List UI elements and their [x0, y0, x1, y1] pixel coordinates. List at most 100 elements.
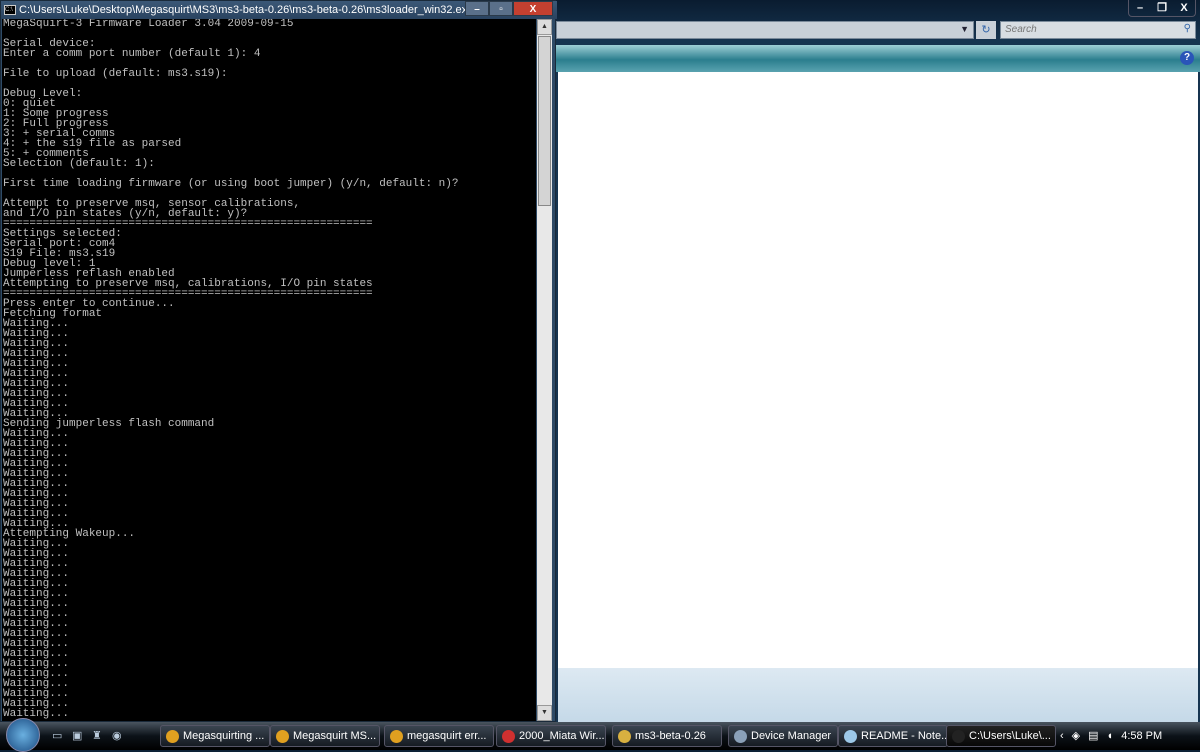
console-line: Waiting...	[3, 398, 70, 410]
console-line: Waiting...	[3, 698, 70, 710]
pdf-icon	[502, 730, 515, 743]
taskbar-button-label: Megasquirting ...	[183, 730, 265, 742]
console-line: MegaSquirt-3 Firmware Loader 3.04 2009-0…	[3, 19, 294, 30]
chrome-icon[interactable]: ◉	[112, 729, 126, 743]
console-line: Waiting...	[3, 458, 70, 470]
explorer-window-controls: – ❐ X	[1128, 0, 1196, 17]
close-button[interactable]: X	[513, 1, 553, 16]
console-line: Debug Level:	[3, 88, 83, 100]
console-line: Waiting...	[3, 578, 70, 590]
taskbar-button[interactable]: Device Manager	[728, 725, 838, 747]
console-line: Waiting...	[3, 548, 70, 560]
console-line: Fetching format	[3, 308, 103, 320]
console-line: Waiting...	[3, 448, 70, 460]
explorer-content	[558, 72, 1198, 668]
console-line: Waiting...	[3, 488, 70, 500]
console-line: Waiting...	[3, 348, 70, 360]
taskbar-button[interactable]: C:\Users\Luke\...	[946, 725, 1056, 747]
console-line: Waiting...	[3, 588, 70, 600]
console-line: Waiting...	[3, 598, 70, 610]
console-line: Waiting...	[3, 428, 70, 440]
console-line: Waiting...	[3, 658, 70, 670]
taskbar-button-label: README - Note...	[861, 730, 948, 742]
console-line: Waiting...	[3, 648, 70, 660]
taskbar-button[interactable]: 2000_Miata Wir...	[496, 725, 606, 747]
start-button[interactable]	[6, 718, 40, 752]
chrome-icon	[166, 730, 179, 743]
console-line: Waiting...	[3, 328, 70, 340]
minimize-button[interactable]: –	[465, 1, 489, 16]
console-line: Waiting...	[3, 498, 70, 510]
console-line: File to upload (default: ms3.s19):	[3, 68, 228, 80]
console-line: Attempting Wakeup...	[3, 528, 136, 540]
console-line: Waiting...	[3, 538, 70, 550]
console-line: Waiting...	[3, 378, 70, 390]
console-scrollbar[interactable]: ▲ ▼	[537, 19, 552, 721]
console-line: Waiting...	[3, 688, 70, 700]
close-button[interactable]: X	[1173, 0, 1195, 16]
console-line: Waiting...	[3, 468, 70, 480]
taskbar-button-label: C:\Users\Luke\...	[969, 730, 1051, 742]
console-title: C:\Users\Luke\Desktop\Megasquirt\MS3\ms3…	[19, 4, 474, 16]
scroll-down-icon[interactable]: ▼	[537, 705, 552, 721]
console-line: Waiting...	[3, 618, 70, 630]
taskbar-button[interactable]: megasquirt err...	[384, 725, 494, 747]
minimize-button[interactable]: –	[1129, 0, 1151, 16]
console-line: Waiting...	[3, 638, 70, 650]
restore-button[interactable]: ❐	[1151, 0, 1173, 16]
console-line: Selection (default: 1):	[3, 158, 155, 170]
system-tray: ‹ ◈ ▤ ◖ 4:58 PM	[1060, 722, 1162, 750]
folder-icon	[618, 730, 631, 743]
console-line: Sending jumperless flash command	[3, 418, 215, 430]
network-icon[interactable]: ▤	[1088, 722, 1098, 750]
taskbar-button-label: Megasquirt MS...	[293, 730, 377, 742]
console-window-controls: – ▫ X	[465, 1, 553, 16]
console-line: Waiting...	[3, 628, 70, 640]
quick-launch: ▭ ▣ ♜ ◉	[52, 729, 126, 743]
chevron-down-icon[interactable]: ▼	[960, 24, 969, 34]
console-line: Waiting...	[3, 678, 70, 690]
address-bar[interactable]: ▼	[556, 21, 974, 39]
console-window: C:\ C:\Users\Luke\Desktop\Megasquirt\MS3…	[0, 0, 557, 722]
switch-windows-icon[interactable]: ▣	[72, 729, 86, 743]
scroll-up-icon[interactable]: ▲	[537, 19, 552, 35]
tray-expand-icon[interactable]: ‹	[1060, 722, 1064, 750]
device-manager-icon	[734, 730, 747, 743]
console-icon: C:\	[4, 5, 16, 15]
console-line: Enter a comm port number (default 1): 4	[3, 48, 261, 60]
console-title-bar[interactable]: C:\ C:\Users\Luke\Desktop\Megasquirt\MS3…	[1, 1, 557, 19]
volume-icon[interactable]: ◖	[1107, 722, 1114, 750]
scroll-thumb[interactable]	[538, 36, 551, 206]
console-line: Waiting...	[3, 388, 70, 400]
notepad-icon	[844, 730, 857, 743]
search-input[interactable]: Search ⚲	[1000, 21, 1196, 39]
taskbar-button-label: 2000_Miata Wir...	[519, 730, 605, 742]
console-line: Waiting...	[3, 338, 70, 350]
maximize-button[interactable]: ▫	[489, 1, 513, 16]
taskbar-button[interactable]: ms3-beta-0.26	[612, 725, 722, 747]
console-output[interactable]: MegaSquirt-3 Firmware Loader 3.04 2009-0…	[2, 19, 536, 721]
help-icon[interactable]: ?	[1180, 51, 1194, 65]
search-icon[interactable]: ⚲	[1184, 23, 1191, 34]
tray-app-icon[interactable]: ◈	[1072, 722, 1080, 750]
console-icon	[952, 730, 965, 743]
refresh-button[interactable]: ↻	[976, 21, 996, 39]
command-bar: ?	[556, 45, 1200, 72]
details-pane	[558, 668, 1198, 722]
console-line: Waiting...	[3, 708, 70, 720]
taskbar-button[interactable]: Megasquirt MS...	[270, 725, 380, 747]
explorer-window: – ❐ X ▼ ↻ Search ⚲ ?	[556, 0, 1200, 722]
app-icon[interactable]: ♜	[92, 729, 106, 743]
clock[interactable]: 4:58 PM	[1121, 722, 1162, 750]
console-line: Waiting...	[3, 358, 70, 370]
console-line: Waiting...	[3, 568, 70, 580]
console-line: Waiting...	[3, 668, 70, 680]
chrome-icon	[276, 730, 289, 743]
show-desktop-icon[interactable]: ▭	[52, 729, 66, 743]
console-line: First time loading firmware (or using bo…	[3, 178, 459, 190]
taskbar-button[interactable]: README - Note...	[838, 725, 948, 747]
taskbar-button[interactable]: Megasquirting ...	[160, 725, 270, 747]
taskbar: ▭ ▣ ♜ ◉ Megasquirting ... Megasquirt MS..…	[0, 718, 1200, 752]
console-line: Waiting...	[3, 478, 70, 490]
